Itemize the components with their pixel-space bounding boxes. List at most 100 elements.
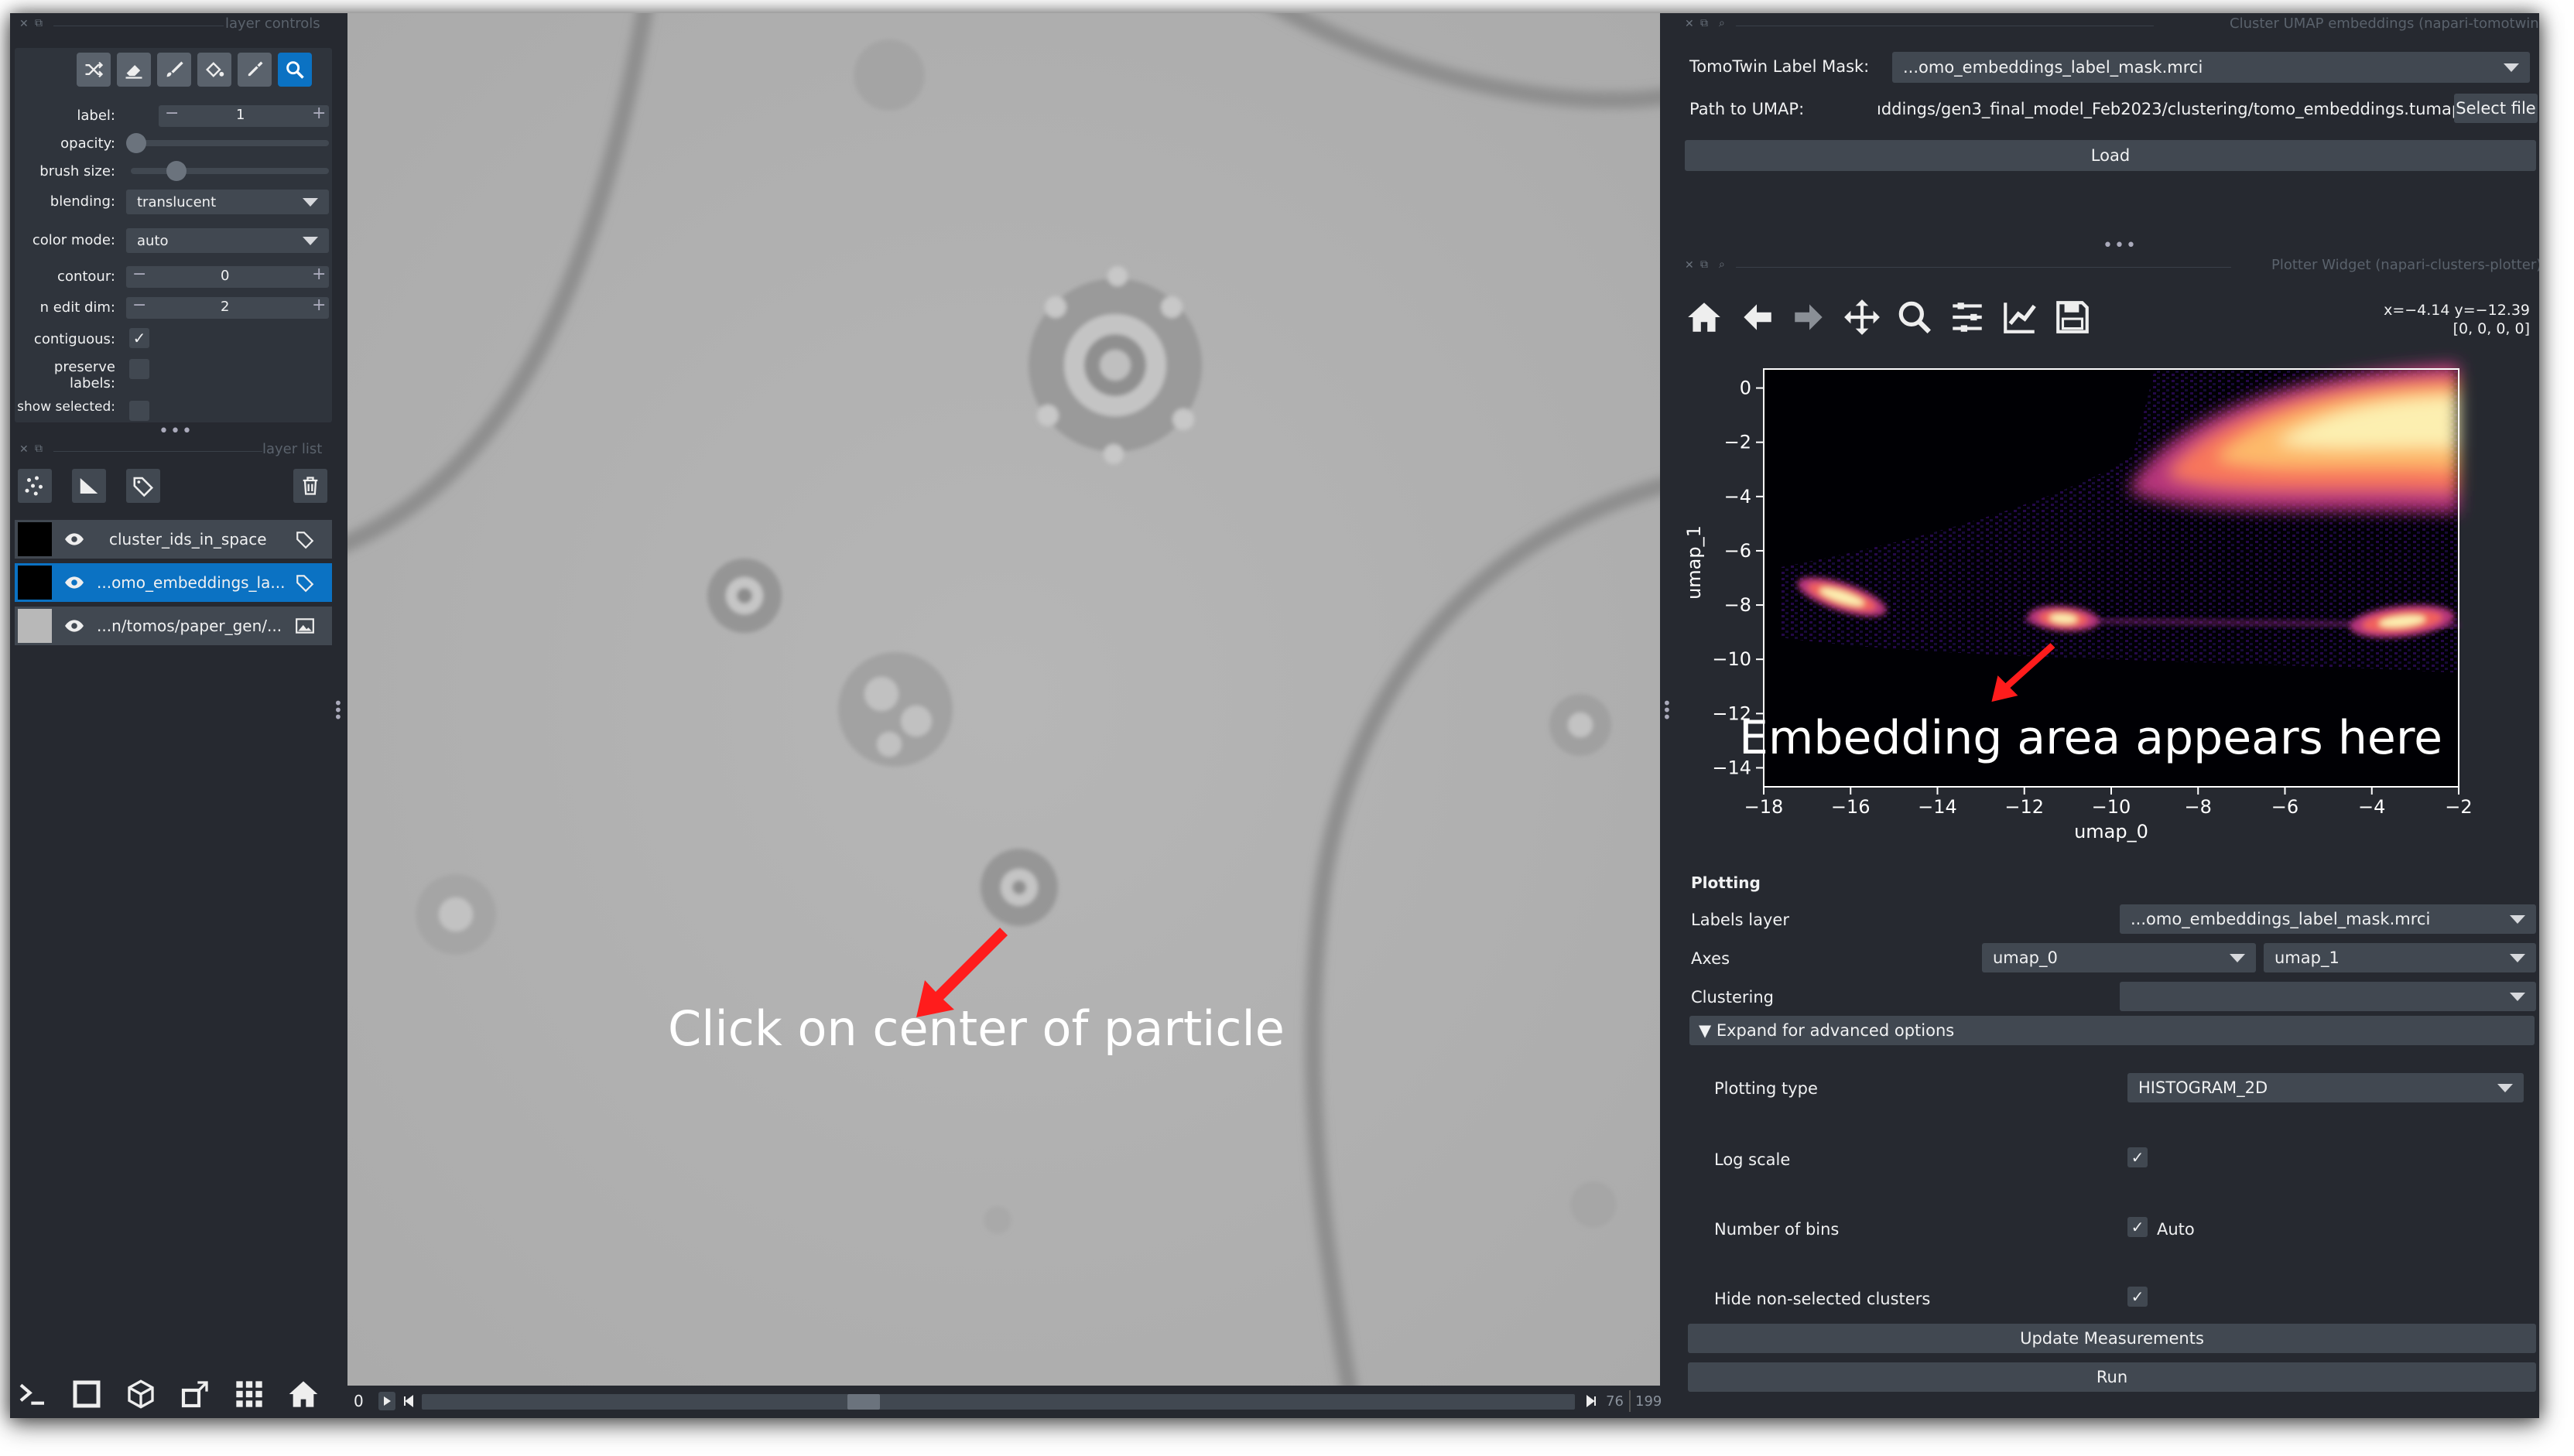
viewer-canvas[interactable]: Click on center of particle — [347, 13, 1660, 1386]
console-icon[interactable] — [15, 1376, 50, 1412]
dock-close-icon[interactable]: ✕ — [1685, 259, 1694, 272]
dock-close-icon[interactable]: ✕ — [1685, 18, 1694, 30]
new-shapes-layer-button[interactable] — [72, 469, 106, 503]
dock-float-icon[interactable]: ⧉ — [1700, 17, 1708, 29]
new-labels-layer-button[interactable] — [126, 469, 160, 503]
preserve-labels-checkbox[interactable] — [129, 359, 149, 379]
label-spinbox[interactable]: − 1 + — [159, 104, 329, 127]
step-forward-icon[interactable] — [1583, 1392, 1600, 1410]
opacity-slider-handle[interactable] — [126, 133, 146, 153]
dock-float-icon[interactable]: ⧉ — [1700, 258, 1708, 271]
axes-x-dropdown[interactable]: umap_0 — [1982, 943, 2256, 972]
step-back-icon[interactable] — [400, 1392, 417, 1410]
umap-histogram-chart[interactable]: −18 −16 −14 −12 −10 −8 −6 −4 −20−2−4−6−8−10−12−1… — [1674, 346, 2539, 872]
layer-row[interactable]: ...n/tomos/paper_gen/... — [15, 607, 332, 645]
eye-icon[interactable] — [64, 616, 84, 639]
mask-label: TomoTwin Label Mask: — [1689, 57, 1870, 76]
run-button[interactable]: Run — [1688, 1362, 2536, 1392]
blending-dropdown[interactable]: translucent — [126, 190, 329, 214]
slider-current: 76 — [1606, 1393, 1624, 1410]
delete-layer-button[interactable] — [293, 469, 327, 503]
axes-y-dropdown[interactable]: umap_1 — [2264, 943, 2536, 972]
layer-row-selected[interactable]: ...omo_embeddings_la... — [15, 563, 332, 602]
home-icon[interactable] — [1685, 298, 1723, 340]
clustering-dropdown[interactable] — [2120, 982, 2536, 1011]
ndisplay-2d-icon[interactable] — [69, 1376, 104, 1412]
eraser-icon[interactable] — [117, 53, 151, 87]
right-splitter-handle[interactable]: • • • — [1662, 696, 1672, 725]
dock-header-line — [53, 451, 262, 452]
opacity-slider[interactable] — [131, 140, 329, 146]
splitter-handle[interactable]: ••• — [159, 422, 193, 441]
y-tick-label: −4 — [1724, 486, 1751, 508]
hide-clusters-label: Hide non-selected clusters — [1714, 1290, 1931, 1308]
mask-dropdown[interactable]: ...omo_embeddings_label_mask.mrci — [1892, 52, 2530, 83]
n-edit-dim-value: 2 — [221, 299, 230, 315]
minus-icon[interactable]: − — [132, 296, 146, 315]
fill-bucket-icon[interactable] — [197, 53, 231, 87]
minus-icon[interactable]: − — [132, 265, 146, 284]
dock-search-icon[interactable]: ⌕ — [1719, 17, 1725, 29]
eye-icon[interactable] — [64, 572, 84, 596]
3d-cube-icon[interactable] — [123, 1376, 159, 1412]
shuffle-icon[interactable] — [77, 53, 111, 87]
configure-subplots-icon[interactable] — [1948, 298, 1987, 340]
viewer-buttons — [15, 1376, 321, 1412]
n-edit-dim-spinbox[interactable]: − 2 + — [126, 296, 329, 319]
dims-slider-track[interactable] — [422, 1394, 1575, 1410]
eye-icon[interactable] — [64, 529, 84, 552]
left-splitter-handle[interactable]: • • • — [334, 696, 343, 725]
plus-icon[interactable]: + — [312, 104, 326, 123]
expand-advanced-options[interactable]: ▼ Expand for advanced options — [1689, 1016, 2535, 1045]
back-arrow-icon[interactable] — [1737, 298, 1776, 340]
forward-arrow-icon[interactable] — [1790, 298, 1829, 340]
brush-size-slider-handle[interactable] — [166, 161, 187, 181]
play-button[interactable] — [378, 1392, 395, 1410]
plotting-type-dropdown[interactable]: HISTOGRAM_2D — [2127, 1073, 2524, 1102]
hide-clusters-checkbox[interactable]: ✓ — [2127, 1287, 2148, 1307]
load-button[interactable]: Load — [1685, 140, 2536, 171]
label-label: label: — [77, 108, 115, 124]
paintbrush-icon[interactable] — [157, 53, 191, 87]
save-icon[interactable] — [2053, 298, 2092, 340]
layer-name[interactable]: ...n/tomos/paper_gen/... — [97, 617, 282, 635]
label-tag-icon — [295, 572, 315, 596]
dock-close-icon[interactable]: ✕ — [19, 18, 29, 30]
dock-search-icon[interactable]: ⌕ — [1719, 258, 1725, 271]
show-selected-checkbox[interactable] — [129, 401, 149, 421]
dock-close-icon[interactable]: ✕ — [19, 443, 29, 456]
contour-spinbox[interactable]: − 0 + — [126, 265, 329, 288]
plus-icon[interactable]: + — [312, 265, 326, 284]
grid-icon[interactable] — [231, 1376, 267, 1412]
brush-size-slider[interactable] — [131, 168, 329, 174]
layer-name[interactable]: ...omo_embeddings_la... — [97, 573, 285, 592]
update-measurements-button[interactable]: Update Measurements — [1688, 1324, 2536, 1353]
contiguous-checkbox[interactable]: ✓ — [129, 328, 149, 348]
dims-slider-handle[interactable] — [847, 1394, 881, 1410]
select-file-button[interactable]: Select file — [2454, 94, 2538, 123]
pan-icon[interactable] — [1843, 298, 1881, 340]
zoom-icon[interactable] — [1895, 298, 1934, 340]
log-scale-checkbox[interactable]: ✓ — [2127, 1147, 2148, 1167]
dock-float-icon[interactable]: ⧉ — [35, 443, 43, 455]
plus-icon[interactable]: + — [312, 296, 326, 315]
home-icon[interactable] — [286, 1376, 321, 1412]
labels-layer-dropdown[interactable]: ...omo_embeddings_label_mask.mrci — [2120, 904, 2536, 934]
color-mode-dropdown[interactable]: auto — [126, 228, 329, 253]
coordinate-readout: x=−4.14 y=−12.39 [0, 0, 0, 0] — [2377, 301, 2530, 338]
roll-icon[interactable] — [177, 1376, 213, 1412]
layer-row[interactable]: cluster_ids_in_space — [15, 520, 332, 559]
layer-controls-header: layer controls — [225, 15, 320, 32]
minus-icon[interactable]: − — [165, 104, 179, 123]
new-points-layer-button[interactable] — [18, 469, 52, 503]
splitter-handle[interactable]: ••• — [2103, 236, 2138, 255]
layer-name[interactable]: cluster_ids_in_space — [109, 530, 267, 549]
dock-float-icon[interactable]: ⧉ — [35, 17, 43, 29]
edit-axis-icon[interactable] — [2001, 298, 2039, 340]
zoom-icon[interactable] — [278, 53, 312, 87]
slider-divider — [1629, 1390, 1631, 1412]
color-picker-icon[interactable] — [238, 53, 272, 87]
umap-path-field[interactable]: ıddings/gen3_final_model_Feb2023/cluster… — [1877, 100, 2462, 118]
trash-icon — [303, 477, 318, 495]
bins-auto-checkbox[interactable]: ✓ — [2127, 1217, 2148, 1237]
